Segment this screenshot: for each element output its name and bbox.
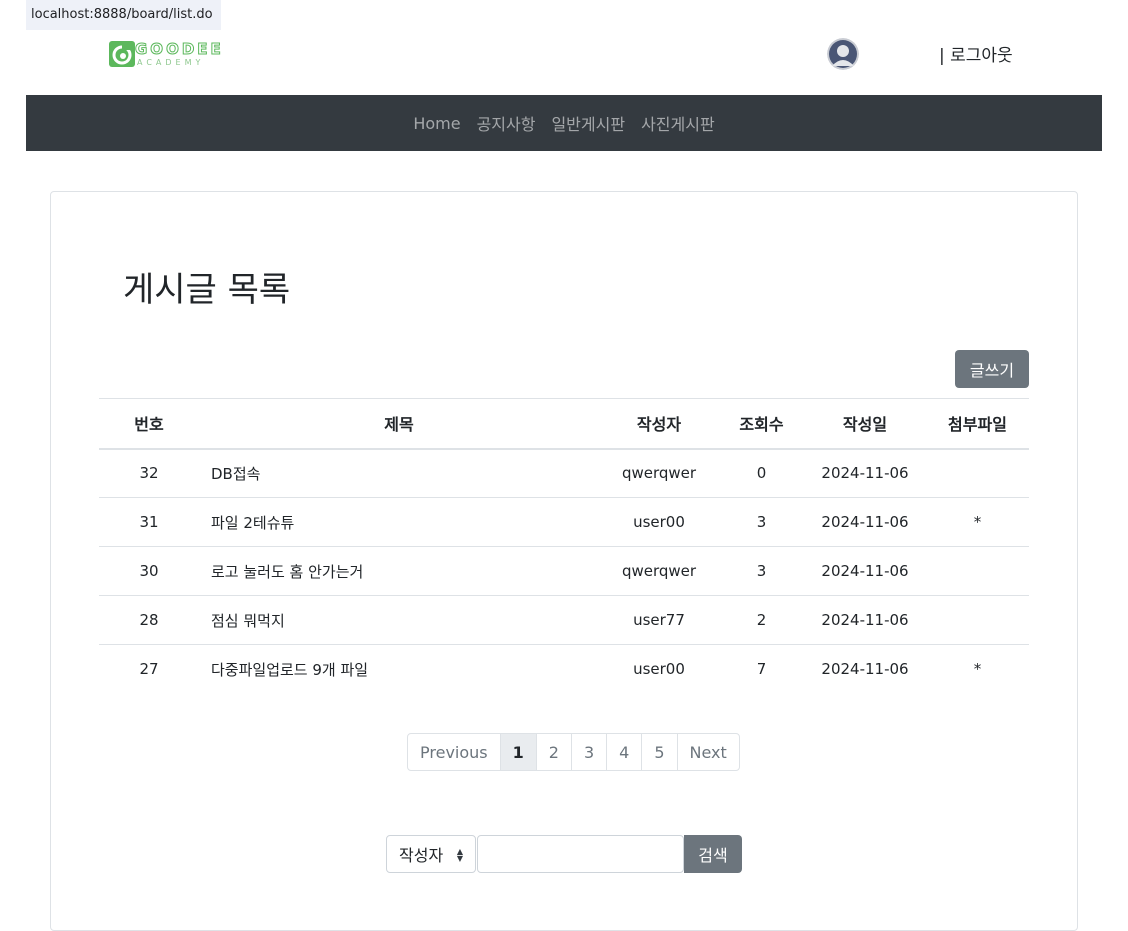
- user-avatar[interactable]: [827, 38, 859, 70]
- post-views: 3: [719, 497, 804, 547]
- post-subject-link[interactable]: 다중파일업로드 9개 파일: [199, 644, 599, 694]
- post-number: 30: [99, 546, 199, 596]
- url-tooltip: localhost:8888/board/list.do: [26, 0, 221, 30]
- page-title: 게시글 목록: [123, 270, 291, 310]
- post-attachment: *: [926, 644, 1029, 694]
- post-writer: user77: [599, 595, 719, 645]
- post-attachment: [926, 449, 1029, 498]
- post-subject-link[interactable]: 파일 2테슈튜: [199, 497, 599, 547]
- post-views: 7: [719, 644, 804, 694]
- pagination-previous[interactable]: Previous: [407, 733, 501, 771]
- post-subject-link[interactable]: 로고 눌러도 홈 안가는거: [199, 546, 599, 596]
- post-date: 2024-11-06: [804, 497, 926, 547]
- user-avatar-icon: [827, 38, 859, 70]
- search-button[interactable]: 검색: [684, 835, 742, 873]
- search-type-select[interactable]: 작성자 ▲ ▼: [386, 835, 476, 873]
- post-table: 번호 제목 작성자 조회수 작성일 첨부파일 32 DB접속 qwerqwer …: [99, 398, 1029, 694]
- post-number: 27: [99, 644, 199, 694]
- post-views: 0: [756, 464, 767, 483]
- search-bar: 작성자 ▲ ▼ 검색: [386, 835, 742, 873]
- site-logo[interactable]: GOODEE ACADEMY: [109, 39, 221, 71]
- nav-home[interactable]: Home: [405, 114, 468, 133]
- pagination-page-4[interactable]: 4: [606, 733, 643, 771]
- logo-text: GOODEE: [135, 40, 224, 59]
- table-row[interactable]: 28 점심 뭐먹지 user77 2 2024-11-06: [99, 595, 1029, 645]
- post-date: 2024-11-06: [821, 464, 909, 483]
- pagination: Previous 1 2 3 4 5 Next: [407, 733, 740, 771]
- post-views: 2: [719, 595, 804, 645]
- table-header-row: 번호 제목 작성자 조회수 작성일 첨부파일: [99, 398, 1029, 450]
- col-header-views: 조회수: [719, 398, 804, 450]
- post-number: 28: [99, 595, 199, 645]
- post-attachment: [926, 595, 1029, 645]
- col-header-date: 작성일: [804, 398, 926, 450]
- post-number: 32: [139, 464, 159, 483]
- site-header: GOODEE ACADEMY | 로그아웃: [0, 30, 1128, 95]
- search-input[interactable]: [477, 835, 684, 873]
- post-writer: user00: [599, 497, 719, 547]
- logo-swirl-icon: [109, 41, 135, 67]
- post-writer: qwerqwer: [621, 464, 697, 483]
- post-attachment: [926, 546, 1029, 596]
- post-attachment: *: [926, 497, 1029, 547]
- nav-photo-board[interactable]: 사진게시판: [633, 111, 723, 135]
- select-updown-icon: ▲ ▼: [456, 847, 463, 863]
- table-row[interactable]: 30 로고 눌러도 홈 안가는거 qwerqwer 3 2024-11-06: [99, 546, 1029, 596]
- col-header-attachment: 첨부파일: [926, 398, 1029, 450]
- pagination-page-1[interactable]: 1: [499, 733, 537, 771]
- pagination-page-3[interactable]: 3: [570, 733, 608, 771]
- post-date: 2024-11-06: [804, 546, 926, 596]
- logout-link[interactable]: | 로그아웃: [939, 41, 1013, 66]
- nav-general-board[interactable]: 일반게시판: [543, 111, 633, 135]
- table-row[interactable]: 32 DB접속 qwerqwer 0 2024-11-06: [99, 449, 1029, 498]
- nav-notice[interactable]: 공지사항: [469, 111, 544, 135]
- pagination-page-5[interactable]: 5: [641, 733, 678, 771]
- post-date: 2024-11-06: [804, 595, 926, 645]
- main-navbar: Home 공지사항 일반게시판 사진게시판: [26, 95, 1102, 151]
- post-number: 31: [99, 497, 199, 547]
- logo-subtext: ACADEMY: [137, 58, 205, 67]
- write-post-button[interactable]: 글쓰기: [955, 350, 1029, 388]
- post-subject-link[interactable]: DB접속: [199, 449, 599, 498]
- post-subject-link[interactable]: 점심 뭐먹지: [199, 595, 599, 645]
- table-row[interactable]: 27 다중파일업로드 9개 파일 user00 7 2024-11-06 *: [99, 644, 1029, 694]
- post-date: 2024-11-06: [804, 644, 926, 694]
- col-header-writer: 작성자: [599, 398, 719, 450]
- pagination-page-2[interactable]: 2: [535, 733, 572, 771]
- col-header-number: 번호: [99, 398, 199, 450]
- pagination-next[interactable]: Next: [676, 733, 740, 771]
- post-views: 3: [719, 546, 804, 596]
- post-writer: user00: [599, 644, 719, 694]
- post-writer: qwerqwer: [599, 546, 719, 596]
- search-type-value: 작성자: [399, 846, 444, 865]
- table-row[interactable]: 31 파일 2테슈튜 user00 3 2024-11-06 *: [99, 497, 1029, 547]
- col-header-subject: 제목: [199, 398, 599, 450]
